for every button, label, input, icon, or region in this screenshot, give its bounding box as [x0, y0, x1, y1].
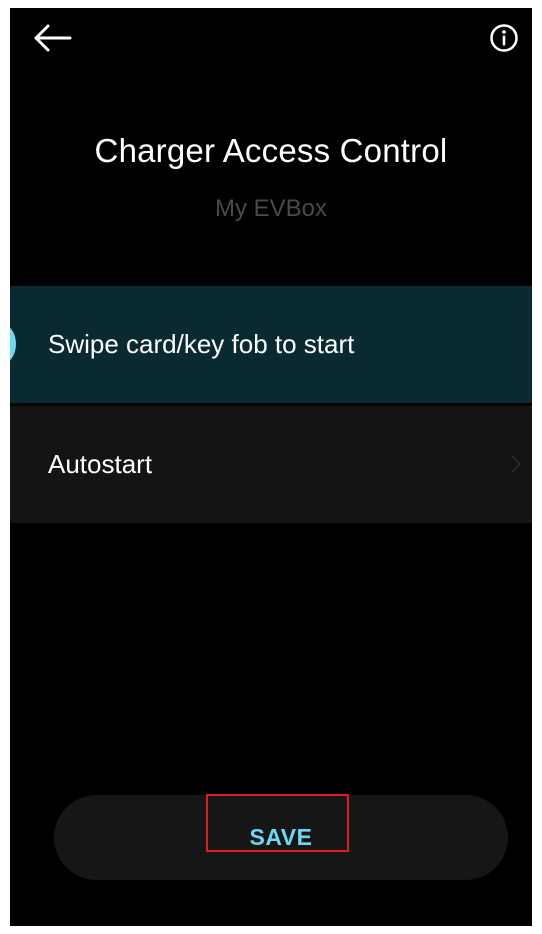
chevron-right-icon [508, 452, 524, 476]
save-button[interactable]: SAVE [54, 795, 508, 880]
option-autostart[interactable]: Autostart [10, 406, 532, 523]
option-label: Swipe card/key fob to start [48, 329, 355, 359]
selected-indicator-icon [10, 324, 16, 364]
back-button[interactable] [28, 20, 76, 60]
page-subtitle: My EVBox [214, 195, 328, 222]
top-bar [10, 8, 532, 78]
app-screen: Charger Access Control My EVBox Swipe ca… [10, 8, 532, 926]
save-button-label: SAVE [249, 824, 313, 850]
option-label: Autostart [48, 449, 153, 479]
info-button[interactable] [486, 22, 522, 58]
info-circle-icon [489, 23, 519, 58]
page-title: Charger Access Control [94, 132, 448, 169]
arrow-left-icon [32, 23, 72, 58]
option-swipe-card[interactable]: Swipe card/key fob to start [10, 286, 532, 403]
